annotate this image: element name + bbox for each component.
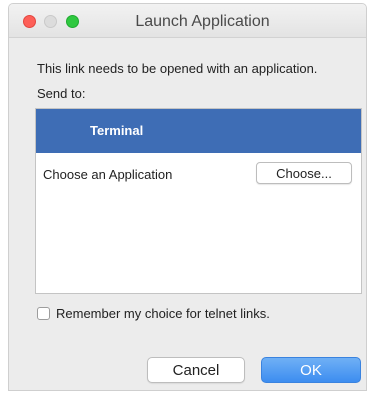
choose-button[interactable]: Choose... — [256, 162, 352, 184]
window-title: Launch Application — [135, 13, 270, 30]
app-row-choose[interactable]: Choose an Application Choose... — [36, 153, 361, 193]
title-bar: Launch Application — [9, 4, 366, 38]
send-to-label: Send to: — [37, 86, 86, 101]
remember-checkbox[interactable] — [37, 307, 50, 320]
remember-choice-label: Remember my choice for telnet links. — [56, 306, 270, 321]
choose-application-label: Choose an Application — [43, 167, 173, 182]
ok-button[interactable]: OK — [261, 357, 361, 383]
remember-choice-option[interactable]: Remember my choice for telnet links. — [37, 306, 270, 321]
dialog-message: This link needs to be opened with an app… — [37, 61, 318, 76]
app-name-terminal: Terminal — [90, 123, 144, 138]
application-list: Terminal Choose an Application Choose... — [35, 108, 362, 294]
app-row-terminal[interactable]: Terminal — [36, 109, 361, 153]
launch-application-dialog: Launch Application This link needs to be… — [8, 3, 367, 391]
cancel-button[interactable]: Cancel — [147, 357, 245, 383]
